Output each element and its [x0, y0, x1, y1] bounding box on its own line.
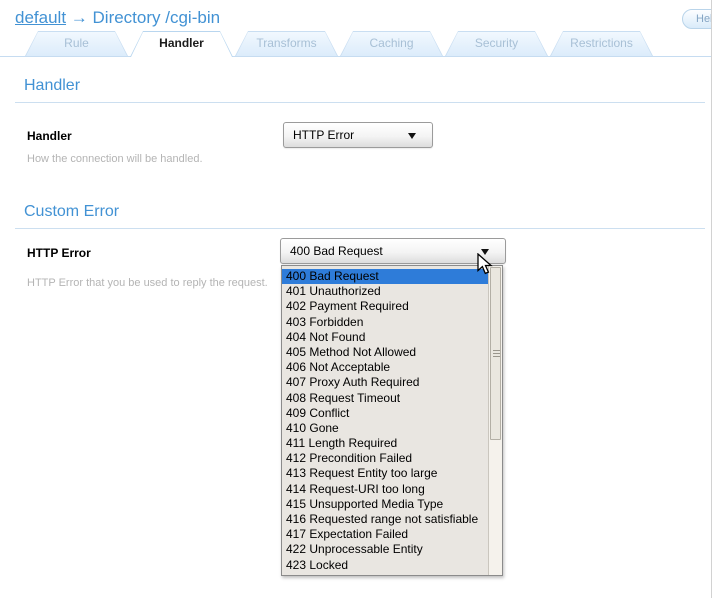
breadcrumb-link-default[interactable]: default [15, 8, 66, 27]
tab-security-label: Security [445, 31, 548, 56]
dropdown-option[interactable]: 416 Requested range not satisfiable [282, 512, 488, 527]
dropdown-option[interactable]: 422 Unprocessable Entity [282, 542, 488, 557]
dropdown-option[interactable]: 417 Expectation Failed [282, 527, 488, 542]
tab-handler[interactable]: Handler [130, 31, 233, 57]
custom-error-section-divider [15, 228, 705, 229]
handler-field-description: How the connection will be handled. [27, 153, 203, 165]
handler-select[interactable]: HTTP Error [283, 122, 433, 148]
dropdown-option[interactable]: 413 Request Entity too large [282, 466, 488, 481]
breadcrumb: default → Directory /cgi-bin [15, 8, 220, 28]
http-error-field-description: HTTP Error that you be used to reply the… [27, 277, 268, 289]
handler-section-title: Handler [24, 77, 80, 95]
dropdown-option[interactable]: 405 Method Not Allowed [282, 345, 488, 360]
tab-restrictions[interactable]: Restrictions [550, 31, 653, 56]
dropdown-option[interactable]: 404 Not Found [282, 330, 488, 345]
tab-transforms[interactable]: Transforms [235, 31, 338, 56]
chevron-down-icon [408, 133, 416, 139]
http-error-field-label: HTTP Error [27, 246, 91, 260]
tab-caching[interactable]: Caching [340, 31, 443, 56]
dropdown-scrollbar[interactable] [488, 266, 502, 575]
dropdown-option[interactable]: 414 Request-URI too long [282, 482, 488, 497]
tab-security[interactable]: Security [445, 31, 548, 56]
tab-restrictions-label: Restrictions [550, 31, 653, 56]
dropdown-option[interactable]: 406 Not Acceptable [282, 360, 488, 375]
dropdown-option[interactable]: 401 Unauthorized [282, 284, 488, 299]
http-error-select[interactable]: 400 Bad Request [280, 238, 506, 264]
http-error-select-value: 400 Bad Request [290, 244, 383, 258]
dropdown-option[interactable]: 415 Unsupported Media Type [282, 497, 488, 512]
custom-error-section-title: Custom Error [24, 203, 119, 221]
dropdown-option[interactable]: 408 Request Timeout [282, 391, 488, 406]
dropdown-option[interactable]: 407 Proxy Auth Required [282, 375, 488, 390]
dropdown-option[interactable]: 402 Payment Required [282, 299, 488, 314]
tab-rule-label: Rule [25, 31, 128, 56]
dropdown-option[interactable]: 412 Precondition Failed [282, 451, 488, 466]
tab-transforms-label: Transforms [235, 31, 338, 56]
chevron-down-icon [481, 249, 489, 255]
dropdown-option[interactable]: 411 Length Required [282, 436, 488, 451]
http-error-listbox: 400 Bad Request401 Unauthorized402 Payme… [281, 265, 503, 576]
dropdown-option[interactable]: 423 Locked [282, 558, 488, 573]
dropdown-option[interactable]: 400 Bad Request [282, 269, 488, 284]
page: default → Directory /cgi-bin Help Rule H… [0, 0, 712, 598]
tab-caching-label: Caching [340, 31, 443, 56]
scrollbar-grip-icon [493, 350, 500, 358]
dropdown-option[interactable]: 409 Conflict [282, 406, 488, 421]
help-button[interactable]: Help [682, 9, 712, 29]
handler-section-divider [15, 102, 705, 103]
breadcrumb-current: Directory /cgi-bin [93, 8, 221, 27]
dropdown-option[interactable]: 410 Gone [282, 421, 488, 436]
dropdown-option[interactable]: 403 Forbidden [282, 315, 488, 330]
tab-rule[interactable]: Rule [25, 31, 128, 56]
handler-select-value: HTTP Error [293, 128, 354, 142]
scrollbar-thumb[interactable] [490, 267, 501, 440]
breadcrumb-separator: → [71, 8, 88, 27]
tab-handler-label: Handler [130, 31, 233, 55]
handler-field-label: Handler [27, 129, 72, 143]
tab-bar: Rule Handler Transforms Caching Security… [0, 31, 712, 57]
